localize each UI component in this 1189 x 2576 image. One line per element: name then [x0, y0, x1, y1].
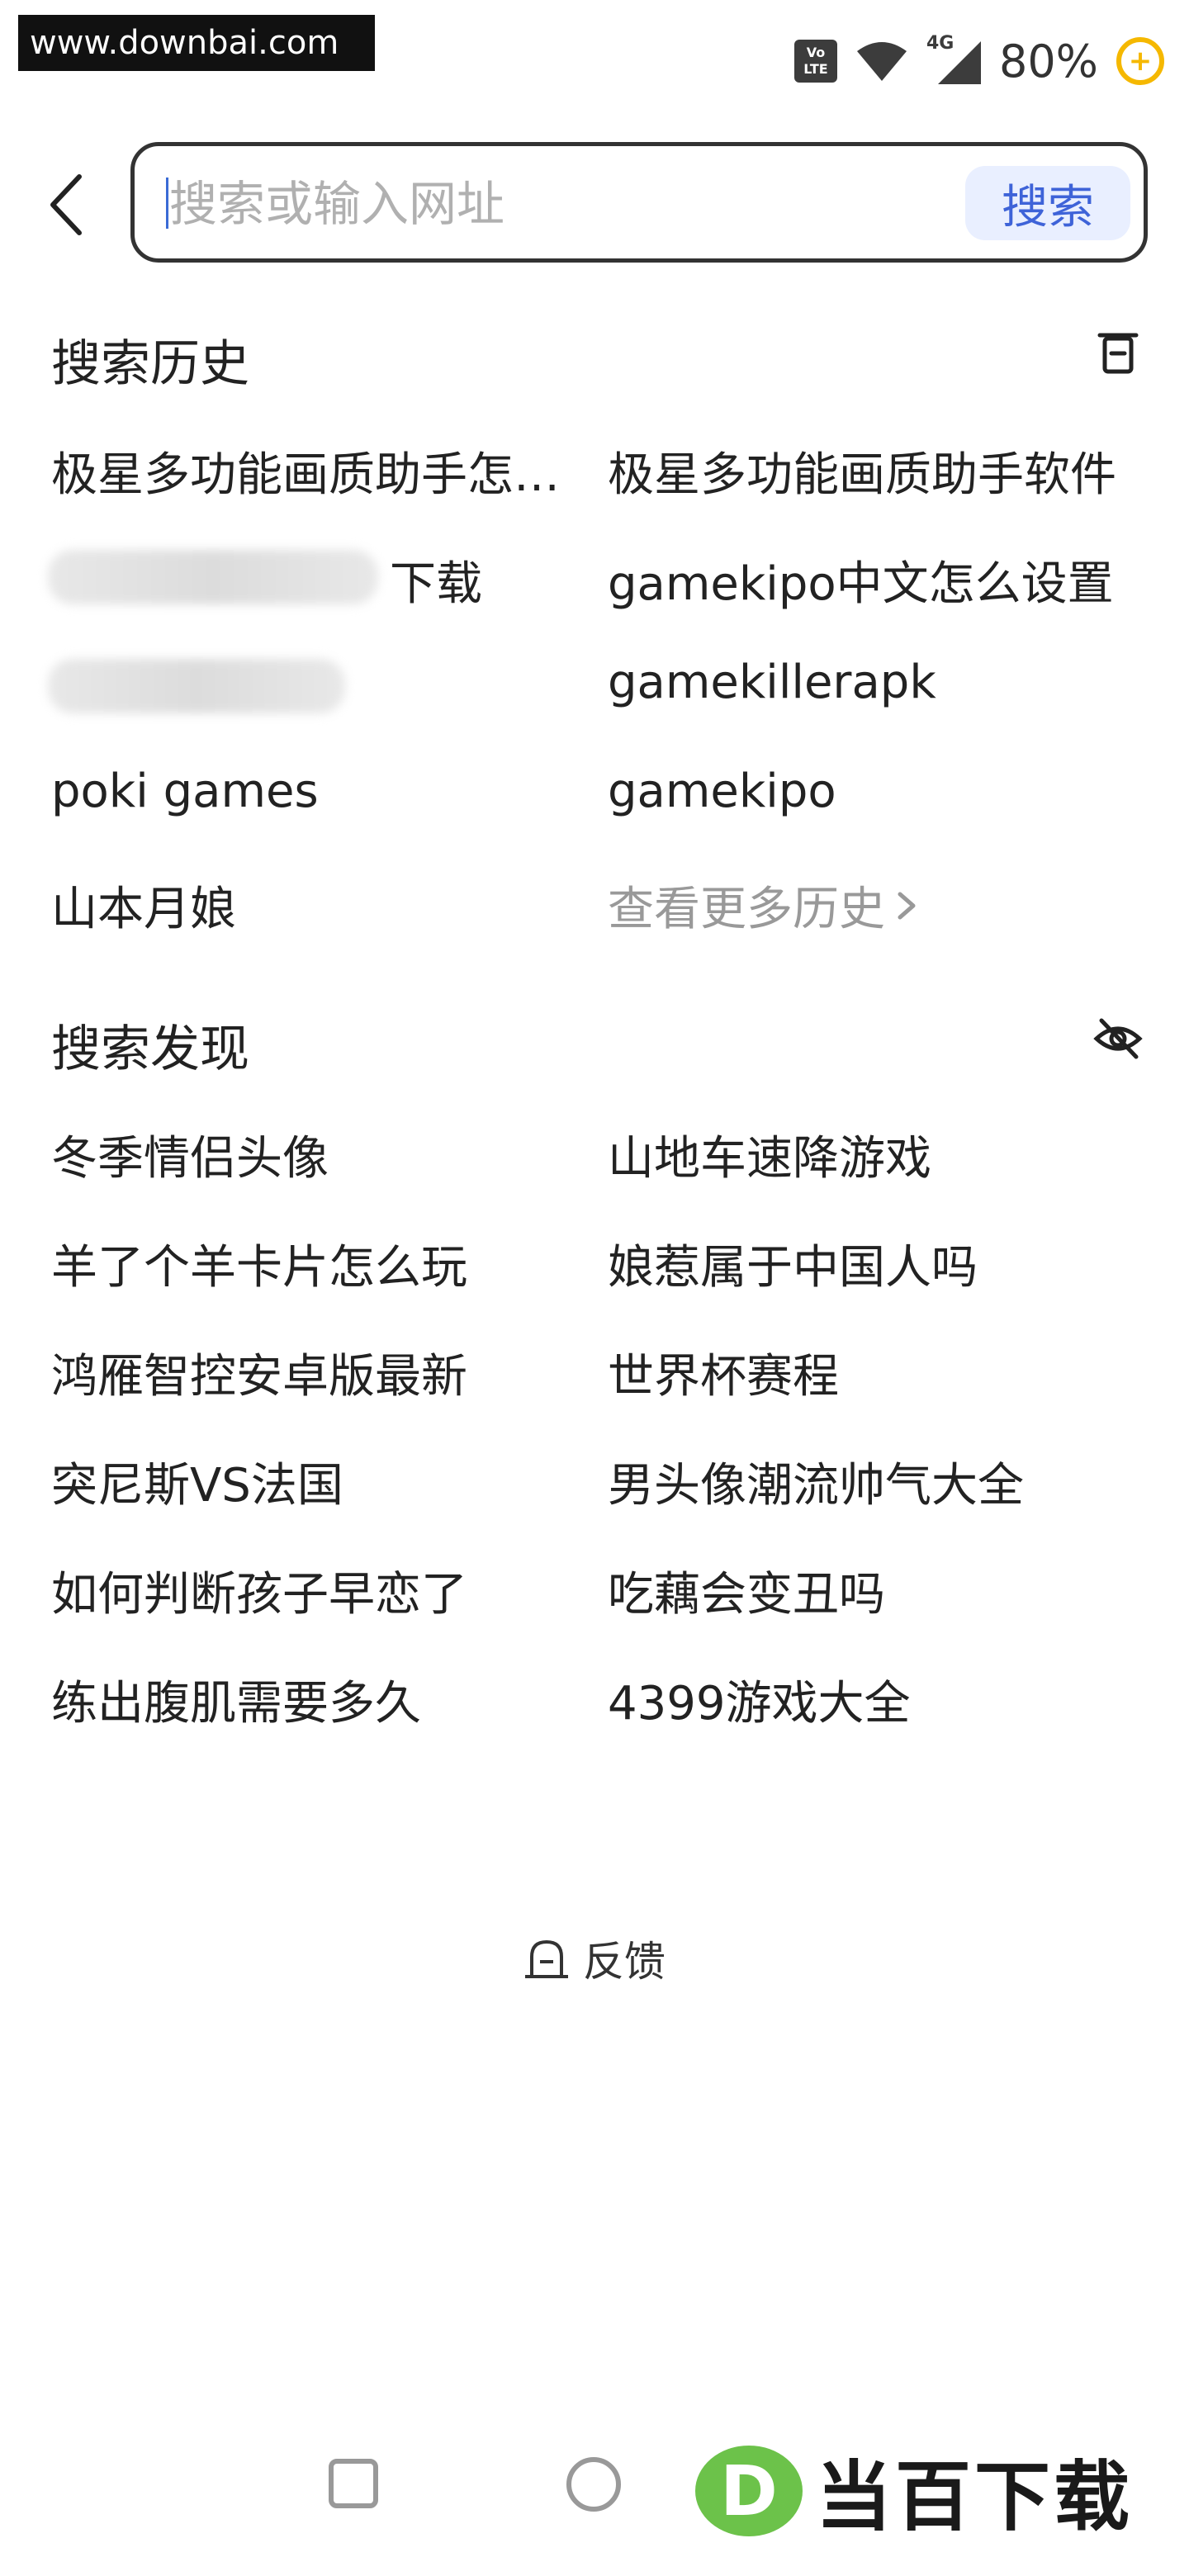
discover-title: 搜索发现	[51, 1020, 249, 1078]
history-item[interactable]: 极星多功能画质助手怎么用	[51, 438, 580, 504]
feedback-icon	[525, 1939, 568, 1978]
history-item[interactable]: poki games	[51, 765, 580, 818]
feedback-button[interactable]: 反馈	[522, 1929, 666, 1988]
discover-item[interactable]: 鸿雁智控安卓版最新	[51, 1339, 580, 1406]
chevron-right-icon	[898, 892, 916, 919]
eye-off-icon[interactable]	[1093, 1014, 1143, 1063]
discover-item[interactable]: 如何判断孩子早恋了	[51, 1557, 580, 1624]
discover-item[interactable]: 突尼斯VS法国	[51, 1448, 580, 1515]
history-item[interactable]: 山本月娘	[51, 872, 580, 939]
wifi-icon	[856, 42, 907, 81]
discover-item[interactable]: 练出腹肌需要多久	[51, 1666, 580, 1733]
watermark-brand: D 当百下载	[695, 2436, 1133, 2545]
more-history-link[interactable]: 查看更多历史	[608, 872, 1136, 939]
more-history-label: 查看更多历史	[608, 883, 885, 936]
history-item[interactable]: 下载	[390, 547, 588, 613]
discover-item[interactable]: 娘惹属于中国人吗	[608, 1230, 1136, 1297]
search-button[interactable]: 搜索	[965, 166, 1130, 240]
battery-percent: 80%	[998, 35, 1098, 88]
discover-item[interactable]: 吃藕会变丑吗	[608, 1557, 1136, 1624]
history-item[interactable]: gamekipo中文怎么设置	[608, 547, 1136, 613]
watermark-site: www.downbai.com	[18, 15, 375, 71]
feedback-label: 反馈	[583, 1938, 666, 1986]
volte-icon: Vo LTE	[793, 40, 837, 83]
brand-logo: D	[695, 2445, 803, 2536]
blurred-history-item	[48, 550, 378, 604]
brand-text: 当百下载	[816, 2453, 1134, 2541]
history-item[interactable]: gamekipo	[608, 765, 1136, 818]
trash-icon[interactable]	[1093, 327, 1143, 376]
history-item[interactable]: 极星多功能画质助手软件	[608, 438, 1136, 504]
recent-apps-button[interactable]	[329, 2459, 378, 2508]
discover-item[interactable]: 山地车速降游戏	[608, 1121, 1136, 1188]
history-title: 搜索历史	[51, 335, 249, 393]
home-button[interactable]	[566, 2457, 621, 2512]
discover-item[interactable]: 世界杯赛程	[608, 1339, 1136, 1406]
signal-icon: 4G	[926, 33, 981, 84]
discover-item[interactable]: 羊了个羊卡片怎么玩	[51, 1230, 580, 1297]
back-icon[interactable]	[43, 165, 92, 244]
discover-item[interactable]: 4399游戏大全	[608, 1666, 1136, 1733]
status-bar: Vo LTE 4G 80% +	[793, 31, 1164, 91]
battery-saver-icon: +	[1116, 37, 1164, 85]
discover-item[interactable]: 冬季情侣头像	[51, 1121, 580, 1188]
search-box: 搜索	[130, 142, 1148, 263]
search-input[interactable]	[168, 169, 914, 239]
blurred-history-item[interactable]	[48, 659, 345, 713]
discover-item[interactable]: 男头像潮流帅气大全	[608, 1448, 1136, 1515]
history-item[interactable]: gamekillerapk	[608, 656, 1136, 709]
